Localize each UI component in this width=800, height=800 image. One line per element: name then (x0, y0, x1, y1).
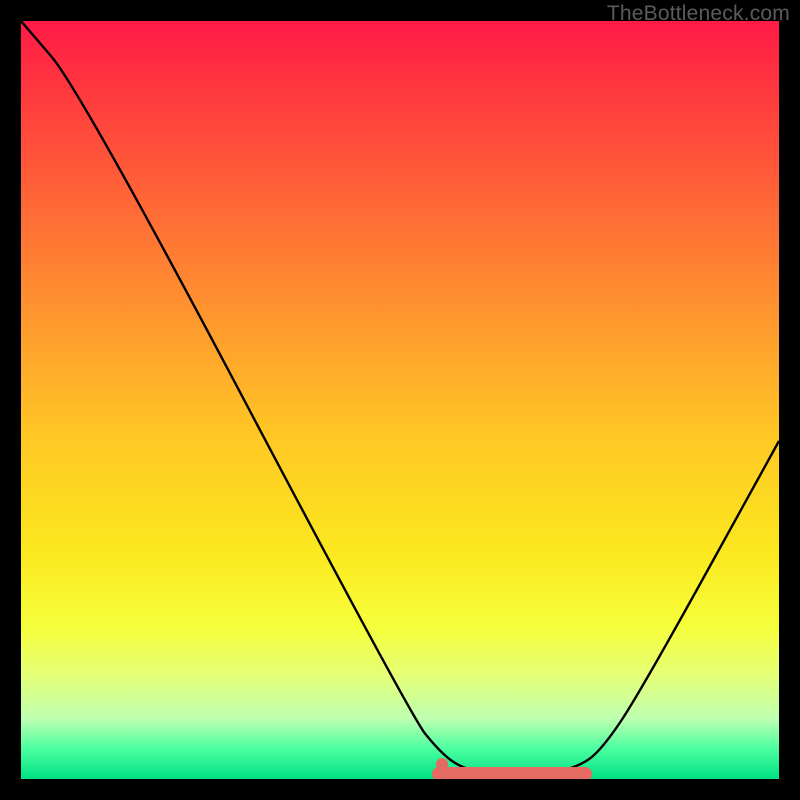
bottleneck-curve (21, 21, 779, 779)
watermark-text: TheBottleneck.com (607, 2, 790, 26)
chart-plot-area (21, 21, 779, 779)
curve-line (21, 21, 779, 774)
